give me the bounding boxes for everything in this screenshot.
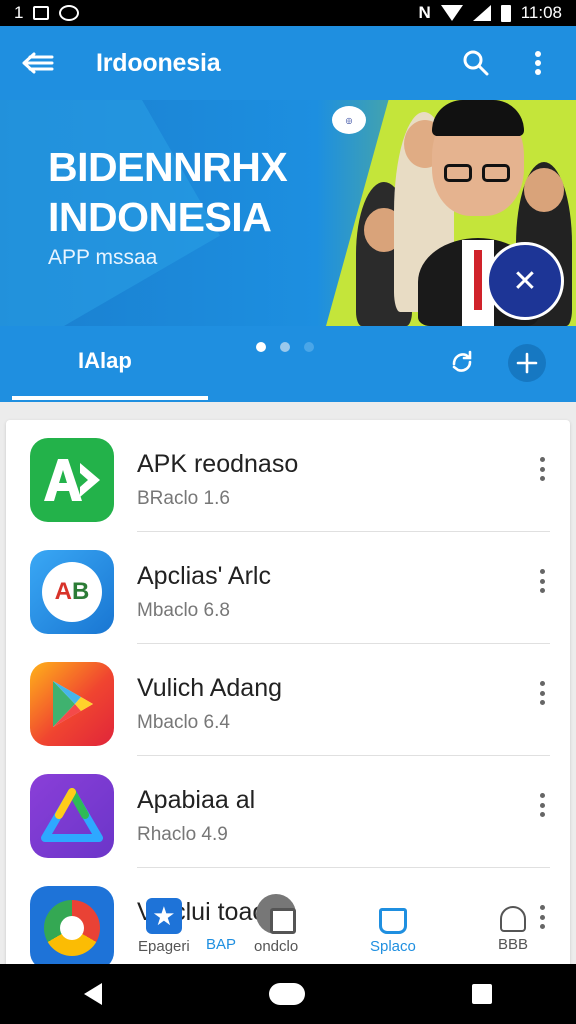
app-name: APK reodnaso <box>137 450 299 478</box>
overflow-menu-icon[interactable] <box>532 790 552 820</box>
app-meta: BRaclo 1.6 <box>137 488 230 509</box>
screen: 1 N 11:08 Irdoonesia BIDENNRHX INDONESIA <box>0 0 576 1024</box>
nav-label: ondclo <box>254 938 299 955</box>
nav-item-splaco[interactable]: Splaco <box>370 908 416 955</box>
page-title: Irdoonesia <box>96 48 221 77</box>
play-store-icon <box>30 662 114 746</box>
app-meta: Mbaclo 6.8 <box>137 600 230 621</box>
overflow-menu-icon[interactable] <box>532 566 552 596</box>
promo-banner[interactable]: BIDENNRHX INDONESIA APP mssaa ◎ ✕ <box>0 100 576 326</box>
nav-label: Splaco <box>370 938 416 955</box>
app-meta: Mbaclo 6.4 <box>137 712 230 733</box>
refresh-icon[interactable] <box>446 346 478 383</box>
nav-item-epageri[interactable]: ★ Epageri <box>138 898 190 955</box>
app-name: Apabiaa al <box>137 786 256 814</box>
status-left-text: 1 <box>14 3 24 22</box>
banner-pager-dots <box>256 342 314 352</box>
app-name: Vulich Adang <box>137 674 283 702</box>
pager-dot <box>304 342 314 352</box>
overflow-menu-icon[interactable] <box>518 43 558 83</box>
home-icon[interactable] <box>268 983 305 1005</box>
tab-strip: IAlap <box>0 326 576 402</box>
app-meta: Rhaclo 4.9 <box>137 824 228 845</box>
gallery-icon <box>33 6 50 20</box>
back-arrow-icon[interactable] <box>18 43 58 83</box>
banner-headline-2: INDONESIA <box>48 194 272 240</box>
nav-label: BBB <box>498 936 529 953</box>
nfc-icon: N <box>418 3 431 22</box>
list-item[interactable]: Apabiaa al Rhaclo 4.9 <box>6 756 570 868</box>
nav-item-alerts[interactable]: BBB <box>498 906 528 953</box>
back-icon[interactable] <box>83 983 102 1005</box>
list-item[interactable]: Vulich Adang Mbaclo 6.4 <box>6 644 570 756</box>
app-icon-purple <box>30 774 114 858</box>
download-icon <box>256 894 297 934</box>
nav-label: BAP <box>206 936 237 953</box>
add-icon[interactable] <box>508 344 546 382</box>
brand-logo: ✕ <box>486 242 564 320</box>
star-icon: ★ <box>145 898 182 934</box>
recent-apps-icon[interactable] <box>472 984 493 1004</box>
signal-icon <box>472 5 491 21</box>
search-icon[interactable] <box>456 43 496 83</box>
app-bar: Irdoonesia <box>0 26 576 100</box>
bell-icon <box>500 906 526 932</box>
pager-dot <box>280 342 290 352</box>
battery-icon <box>500 4 511 22</box>
system-navigation-bar <box>0 964 576 1024</box>
pager-dot-active <box>256 342 266 352</box>
app-name: Apclias' Arlc <box>137 562 271 590</box>
nav-label: Epageri <box>138 938 190 955</box>
app-icon-blue: AB <box>30 550 114 634</box>
status-time: 11:08 <box>520 3 562 22</box>
list-item[interactable]: AB Apclias' Arlc Mbaclo 6.8 <box>6 532 570 644</box>
tab-active[interactable]: IAlap <box>78 348 132 374</box>
overflow-menu-icon[interactable] <box>532 454 552 484</box>
nav-item-bap[interactable]: BAP <box>206 936 236 953</box>
app-icon-green <box>30 438 114 522</box>
status-bar: 1 N 11:08 <box>0 0 576 26</box>
camera-icon <box>59 5 80 21</box>
nav-item-ondclo[interactable]: ondclo <box>254 894 298 955</box>
banner-subtitle: APP mssaa <box>48 246 158 269</box>
wifi-icon <box>440 5 463 21</box>
overflow-menu-icon[interactable] <box>532 678 552 708</box>
banner-headline-1: BIDENNRHX <box>48 144 288 190</box>
tab-indicator <box>12 396 208 400</box>
shopping-bag-icon <box>378 908 407 934</box>
list-item[interactable]: APK reodnaso BRaclo 1.6 <box>6 420 570 532</box>
bottom-navigation: ★ Epageri BAP ondclo Splaco BBB <box>0 890 576 964</box>
